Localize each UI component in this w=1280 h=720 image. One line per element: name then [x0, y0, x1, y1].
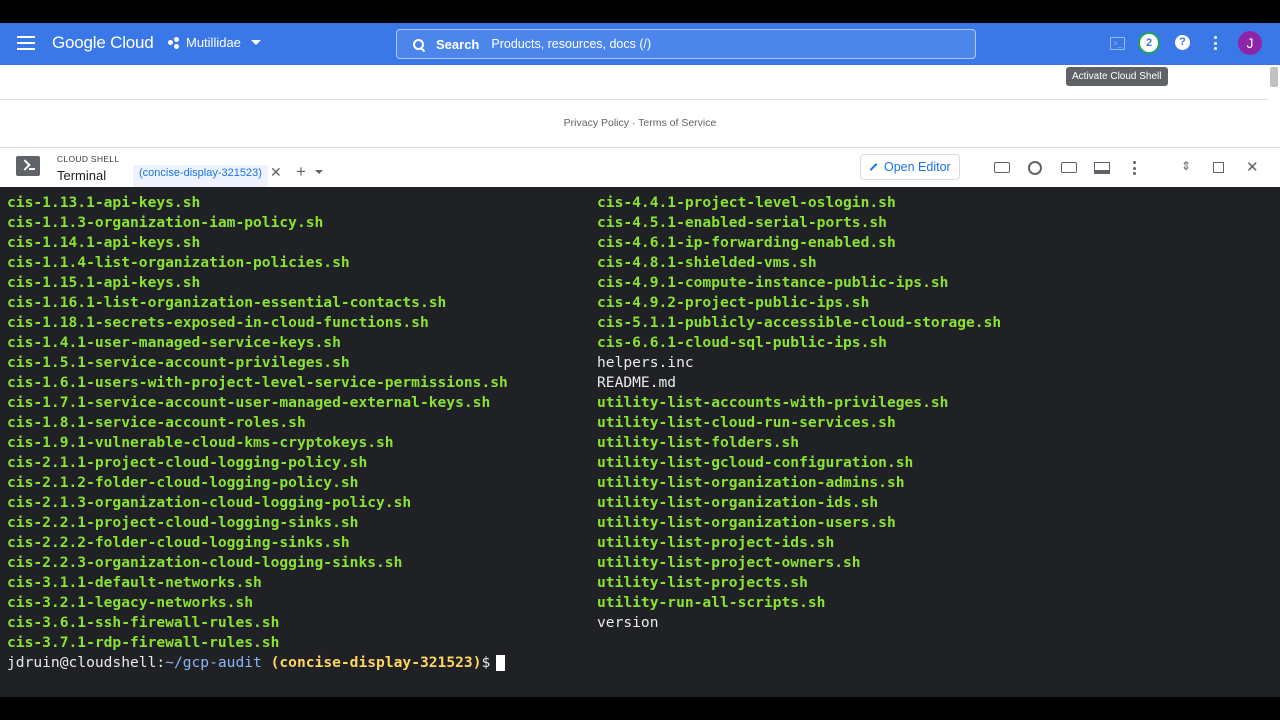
- terminal-file-entry: README.md: [597, 374, 677, 391]
- prompt-user-host: jdruin@cloudshell:: [7, 654, 166, 671]
- terminal-file-entry: cis-1.5.1-service-account-privileges.sh: [7, 354, 350, 371]
- help-icon[interactable]: ?: [1175, 35, 1190, 50]
- gear-icon[interactable]: [1028, 161, 1042, 175]
- terminal-file-entry: cis-3.6.1-ssh-firewall-rules.sh: [7, 614, 280, 631]
- search-label: Search: [436, 36, 480, 52]
- terminal-file-entry: cis-4.9.1-compute-instance-public-ips.sh: [597, 274, 949, 291]
- terminal-file-entry: cis-4.9.2-project-public-ips.sh: [597, 294, 870, 311]
- cloud-shell-title: CLOUD SHELL: [57, 154, 120, 164]
- prompt-project: (concise-display-321523): [270, 654, 482, 671]
- letterbox-top: [0, 0, 1280, 23]
- terminal-file-entry: utility-list-project-owners.sh: [597, 554, 861, 571]
- terminal-file-entry: cis-1.8.1-service-account-roles.sh: [7, 414, 306, 431]
- terminal-file-entry: utility-list-organization-users.sh: [597, 514, 896, 531]
- terminal-file-entry: cis-6.6.1-cloud-sql-public-ips.sh: [597, 334, 887, 351]
- add-tab-icon[interactable]: +: [296, 162, 306, 182]
- terminal-file-entry: cis-1.1.4-list-organization-policies.sh: [7, 254, 350, 271]
- terminal-file-entry: cis-1.13.1-api-keys.sh: [7, 194, 201, 211]
- terminal-file-entry: utility-list-cloud-run-services.sh: [597, 414, 896, 431]
- terminal-file-entry: cis-1.6.1-users-with-project-level-servi…: [7, 374, 508, 391]
- terminal-column-left: cis-1.13.1-api-keys.sh cis-1.1.3-organiza…: [7, 193, 508, 653]
- cloud-shell-toolbar: CLOUD SHELL Terminal (concise-display-32…: [0, 147, 1280, 189]
- google-cloud-logo[interactable]: Google Cloud: [52, 33, 154, 53]
- terminal-file-entry: utility-list-organization-admins.sh: [597, 474, 905, 491]
- avatar[interactable]: J: [1238, 31, 1262, 55]
- search-bar[interactable]: Search: [396, 29, 976, 59]
- terminal-file-entry: cis-2.1.3-organization-cloud-logging-pol…: [7, 494, 412, 511]
- open-new-window-icon[interactable]: [1213, 162, 1224, 173]
- terminal-file-entry: utility-list-projects.sh: [597, 574, 808, 591]
- maximize-icon[interactable]: ⇕: [1181, 159, 1195, 173]
- letterbox-bottom: [0, 697, 1280, 720]
- terminal-file-entry: cis-4.6.1-ip-forwarding-enabled.sh: [597, 234, 896, 251]
- prompt-symbol: $: [481, 654, 491, 671]
- search-input[interactable]: [489, 36, 934, 52]
- project-name: Mutillidae: [186, 35, 241, 50]
- terminal-file-entry: utility-list-folders.sh: [597, 434, 800, 451]
- terminal-file-entry: utility-list-organization-ids.sh: [597, 494, 879, 511]
- cloud-shell-subtitle: Terminal: [57, 168, 107, 183]
- terminal-file-entry: cis-2.1.2-folder-cloud-logging-policy.sh: [7, 474, 359, 491]
- prompt-path: ~/gcp-audit: [165, 654, 262, 671]
- terminal-file-entry: cis-1.7.1-service-account-user-managed-e…: [7, 394, 491, 411]
- footer-links[interactable]: Privacy Policy · Terms of Service: [0, 117, 1280, 129]
- top-header: Google Cloud Mutillidae Search >_ 2 ? J: [0, 23, 1280, 65]
- shell-more-options-icon[interactable]: [1133, 161, 1137, 175]
- terminal-file-entry: cis-1.9.1-vulnerable-cloud-kms-cryptokey…: [7, 434, 394, 451]
- terminal-file-entry: cis-4.4.1-project-level-oslogin.sh: [597, 194, 896, 211]
- close-tab-icon[interactable]: ✕: [270, 164, 282, 181]
- tab-terminal-session[interactable]: (concise-display-321523): [133, 165, 268, 189]
- close-shell-icon[interactable]: ✕: [1246, 158, 1260, 176]
- terminal-cursor: [496, 655, 506, 671]
- terminal-file-entry: cis-4.5.1-enabled-serial-ports.sh: [597, 214, 887, 231]
- open-editor-button[interactable]: Open Editor: [860, 154, 960, 180]
- terminal-file-entry: cis-2.2.2-folder-cloud-logging-sinks.sh: [7, 534, 350, 551]
- cloud-shell-icon[interactable]: >_: [1110, 37, 1125, 50]
- project-selector[interactable]: Mutillidae: [168, 35, 261, 50]
- terminal-file-entry: utility-list-project-ids.sh: [597, 534, 835, 551]
- terminal-file-entry: cis-1.16.1-list-organization-essential-c…: [7, 294, 447, 311]
- keyboard-icon[interactable]: [994, 162, 1010, 173]
- terminal-file-entry: cis-2.2.1-project-cloud-logging-sinks.sh: [7, 514, 359, 531]
- activate-cloud-shell-tooltip: Activate Cloud Shell: [1066, 67, 1168, 86]
- tab-dropdown-icon[interactable]: [315, 170, 323, 174]
- terminal-file-entry: cis-5.1.1-publicly-accessible-cloud-stor…: [597, 314, 1002, 331]
- content-divider: [0, 99, 1268, 100]
- notifications-badge[interactable]: 2: [1140, 34, 1158, 52]
- terminal-prompt[interactable]: jdruin@cloudshell:~/gcp-audit (concise-d…: [7, 653, 506, 673]
- terminal-file-entry: cis-1.4.1-user-managed-service-keys.sh: [7, 334, 341, 351]
- terminal-file-entry: utility-run-all-scripts.sh: [597, 594, 826, 611]
- terminal-file-entry: cis-3.2.1-legacy-networks.sh: [7, 594, 254, 611]
- project-dots-icon: [168, 36, 180, 49]
- terminal-column-right: cis-4.4.1-project-level-oslogin.sh cis-4.…: [597, 193, 1001, 633]
- more-options-icon[interactable]: [1214, 36, 1218, 53]
- terminal-file-entry: utility-list-accounts-with-privileges.sh: [597, 394, 949, 411]
- terminal-file-entry: cis-1.18.1-secrets-exposed-in-cloud-func…: [7, 314, 429, 331]
- terminal-file-entry: cis-3.7.1-rdp-firewall-rules.sh: [7, 634, 280, 651]
- terminal-file-entry: helpers.inc: [597, 354, 694, 371]
- terminal-file-entry: cis-1.14.1-api-keys.sh: [7, 234, 201, 251]
- terminal-file-entry: cis-2.2.3-organization-cloud-logging-sin…: [7, 554, 403, 571]
- terminal-file-entry: version: [597, 614, 659, 631]
- page-scrollbar[interactable]: [1270, 67, 1278, 87]
- terminal-file-entry: cis-4.8.1-shielded-vms.sh: [597, 254, 817, 271]
- terminal-file-entry: cis-1.1.3-organization-iam-policy.sh: [7, 214, 324, 231]
- terminal-file-entry: cis-1.15.1-api-keys.sh: [7, 274, 201, 291]
- terminal-icon: [16, 156, 40, 176]
- hamburger-menu-icon[interactable]: [17, 36, 35, 52]
- web-preview-icon[interactable]: [1061, 162, 1077, 173]
- terminal-file-entry: utility-list-gcloud-configuration.sh: [597, 454, 914, 471]
- search-icon: [413, 38, 424, 50]
- terminal-file-entry: cis-3.1.1-default-networks.sh: [7, 574, 262, 591]
- terminal-file-entry: cis-2.1.1-project-cloud-logging-policy.s…: [7, 454, 368, 471]
- pencil-icon: [869, 163, 878, 171]
- chevron-down-icon: [250, 40, 261, 45]
- layout-icon[interactable]: [1094, 162, 1110, 174]
- terminal-output[interactable]: cis-1.13.1-api-keys.sh cis-1.1.3-organiza…: [0, 187, 1280, 697]
- open-editor-label: Open Editor: [884, 160, 951, 174]
